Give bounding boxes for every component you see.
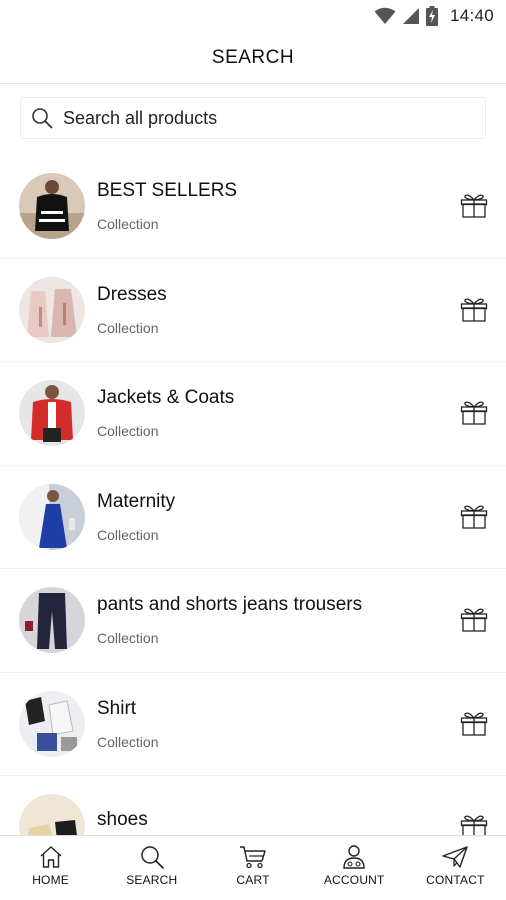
collection-thumbnail (19, 173, 85, 240)
collection-subtitle: Collection (97, 216, 159, 233)
gift-icon[interactable] (460, 193, 488, 219)
gift-icon[interactable] (460, 607, 488, 633)
collection-title: Shirt (97, 697, 137, 719)
tab-label: HOME (32, 873, 69, 887)
page-title: SEARCH (211, 46, 295, 68)
gift-icon[interactable] (460, 504, 488, 530)
account-icon (343, 845, 365, 869)
search-icon (141, 846, 164, 869)
collection-title: shoes (97, 809, 148, 831)
collection-list: BEST SELLERS Collection Dresses Collecti… (0, 155, 506, 835)
search-input[interactable] (63, 107, 463, 129)
collection-thumbnail (19, 483, 85, 550)
status-time: 14:40 (449, 6, 494, 25)
collection-subtitle: Collection (97, 423, 159, 440)
signal-icon (402, 8, 419, 24)
tab-search[interactable]: SEARCH (101, 836, 202, 900)
collection-title: Maternity (97, 490, 176, 512)
status-bar: 14:40 (0, 0, 506, 32)
collection-subtitle: Collection (97, 733, 159, 750)
collection-title: Jackets & Coats (97, 387, 235, 409)
gift-icon[interactable] (460, 400, 488, 426)
search-bar[interactable] (20, 97, 486, 139)
battery-charging-icon (425, 6, 438, 26)
collection-thumbnail (19, 587, 85, 654)
list-item-shoes[interactable]: shoes (0, 776, 506, 835)
collection-subtitle: Collection (97, 319, 159, 336)
collection-title: BEST SELLERS (97, 180, 238, 202)
tab-contact[interactable]: CONTACT (405, 836, 506, 900)
list-item-jackets-coats[interactable]: Jackets & Coats Collection (0, 362, 506, 466)
gift-icon[interactable] (460, 814, 488, 835)
list-item-dresses[interactable]: Dresses Collection (0, 259, 506, 362)
tab-label: CONTACT (426, 873, 485, 887)
collection-thumbnail (19, 276, 85, 343)
gift-icon[interactable] (460, 297, 488, 323)
wifi-icon (374, 7, 396, 24)
tab-label: ACCOUNT (323, 873, 385, 887)
tab-label: SEARCH (126, 873, 178, 887)
bottom-tab-bar: HOME SEARCH CART ACCOUNT CONTACT (0, 835, 506, 900)
collection-subtitle: Collection (97, 630, 159, 647)
collection-title: pants and shorts jeans trousers (97, 594, 363, 616)
collection-thumbnail (19, 794, 85, 835)
collection-thumbnail (19, 690, 85, 757)
home-icon (40, 846, 62, 868)
tab-account[interactable]: ACCOUNT (304, 836, 405, 900)
list-item-shirt[interactable]: Shirt Collection (0, 673, 506, 776)
tab-label: CART (236, 873, 270, 887)
collection-thumbnail (19, 380, 85, 447)
list-item-maternity[interactable]: Maternity Collection (0, 466, 506, 569)
collection-title: Dresses (97, 283, 167, 305)
tab-home[interactable]: HOME (0, 836, 101, 900)
paper-plane-icon (442, 846, 469, 868)
list-item-best-sellers[interactable]: BEST SELLERS Collection (0, 155, 506, 259)
tab-cart[interactable]: CART (202, 836, 303, 900)
header: SEARCH (0, 32, 506, 84)
gift-icon[interactable] (460, 711, 488, 737)
search-icon (32, 108, 53, 129)
cart-icon (240, 846, 266, 869)
collection-subtitle: Collection (97, 526, 159, 543)
list-item-pants[interactable]: pants and shorts jeans trousers Collecti… (0, 569, 506, 673)
